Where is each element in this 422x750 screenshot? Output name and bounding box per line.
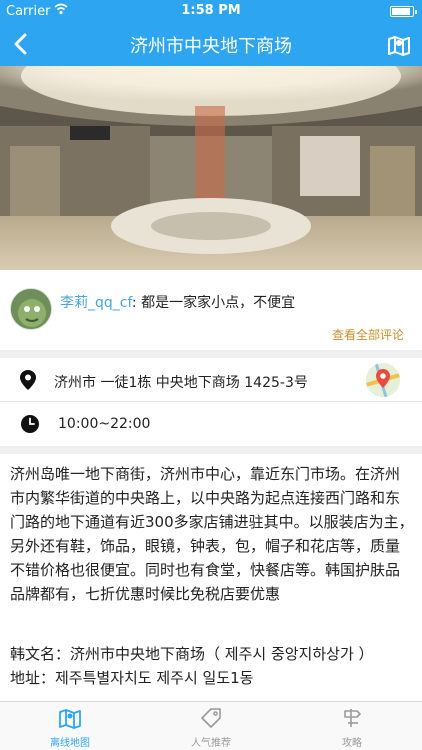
opening-hours: 10:00~22:00 (58, 416, 151, 432)
address-text: 济州市 一徒1栋 中央地下商场 1425-3号 (54, 375, 308, 391)
page-title: 济州市中央地下商场 (130, 36, 292, 57)
tab-label: 人气推荐 (191, 738, 231, 749)
tab-popular[interactable]: 人气推荐 (161, 706, 261, 749)
map-icon[interactable] (386, 32, 412, 58)
map-pin-icon (366, 363, 400, 397)
address-row: 济州市 一徒1栋 中央地下商场 1425-3号 (0, 358, 422, 402)
tab-label: 离线地图 (50, 738, 90, 749)
signpost-icon (344, 709, 361, 727)
comment-section: 李莉_qq_cf: 都是一家家小点，不便宜 查看全部评论 (0, 270, 422, 350)
section-divider (0, 350, 422, 358)
location-pin-icon (20, 370, 36, 390)
status-time: 1:58 PM (181, 3, 241, 18)
navigation-bar: 济州市中央地下商场 (0, 22, 422, 66)
section-divider (0, 446, 422, 454)
mall-photo (0, 66, 422, 270)
battery-icon (390, 6, 417, 17)
hours-row: 10:00~22:00 (0, 402, 422, 446)
comment-text: 李莉_qq_cf: 都是一家家小点，不便宜 (60, 292, 295, 312)
tab-label: 攻略 (342, 738, 362, 749)
korean-name: 韩文名：济州市中央地下商场（ 제주시 중앙지하상가 ） (10, 645, 374, 663)
korean-address: 地址：제주특별자치도 제주시 일도1동 (10, 669, 254, 687)
view-all-comments-link[interactable]: 查看全部评论 (332, 326, 404, 343)
korean-info: 韩文名：济州市中央地下商场（ 제주시 중앙지하상가 ） 地址：제주특별자치도 제… (10, 642, 414, 690)
status-bar: Carrier 1:58 PM (0, 0, 422, 22)
chevron-left-icon[interactable] (8, 30, 36, 58)
tab-offline-map[interactable]: 离线地图 (20, 706, 120, 749)
map-icon (59, 709, 81, 729)
tag-icon (201, 708, 221, 728)
tab-guide[interactable]: 攻略 (302, 706, 402, 749)
tab-bar: 离线地图 人气推荐 攻略 (0, 701, 422, 750)
comment-username[interactable]: 李莉_qq_cf (60, 295, 132, 311)
place-description: 济州岛唯一地下商街，济州市中心，靠近东门市场。在济州市内繁华街道的中央路上，以中… (10, 465, 414, 603)
hero-image (0, 66, 422, 270)
avatar[interactable] (10, 288, 52, 330)
clock-icon (21, 415, 39, 433)
open-map-button[interactable] (366, 363, 400, 397)
comment-body: : 都是一家家小点，不便宜 (131, 295, 296, 311)
